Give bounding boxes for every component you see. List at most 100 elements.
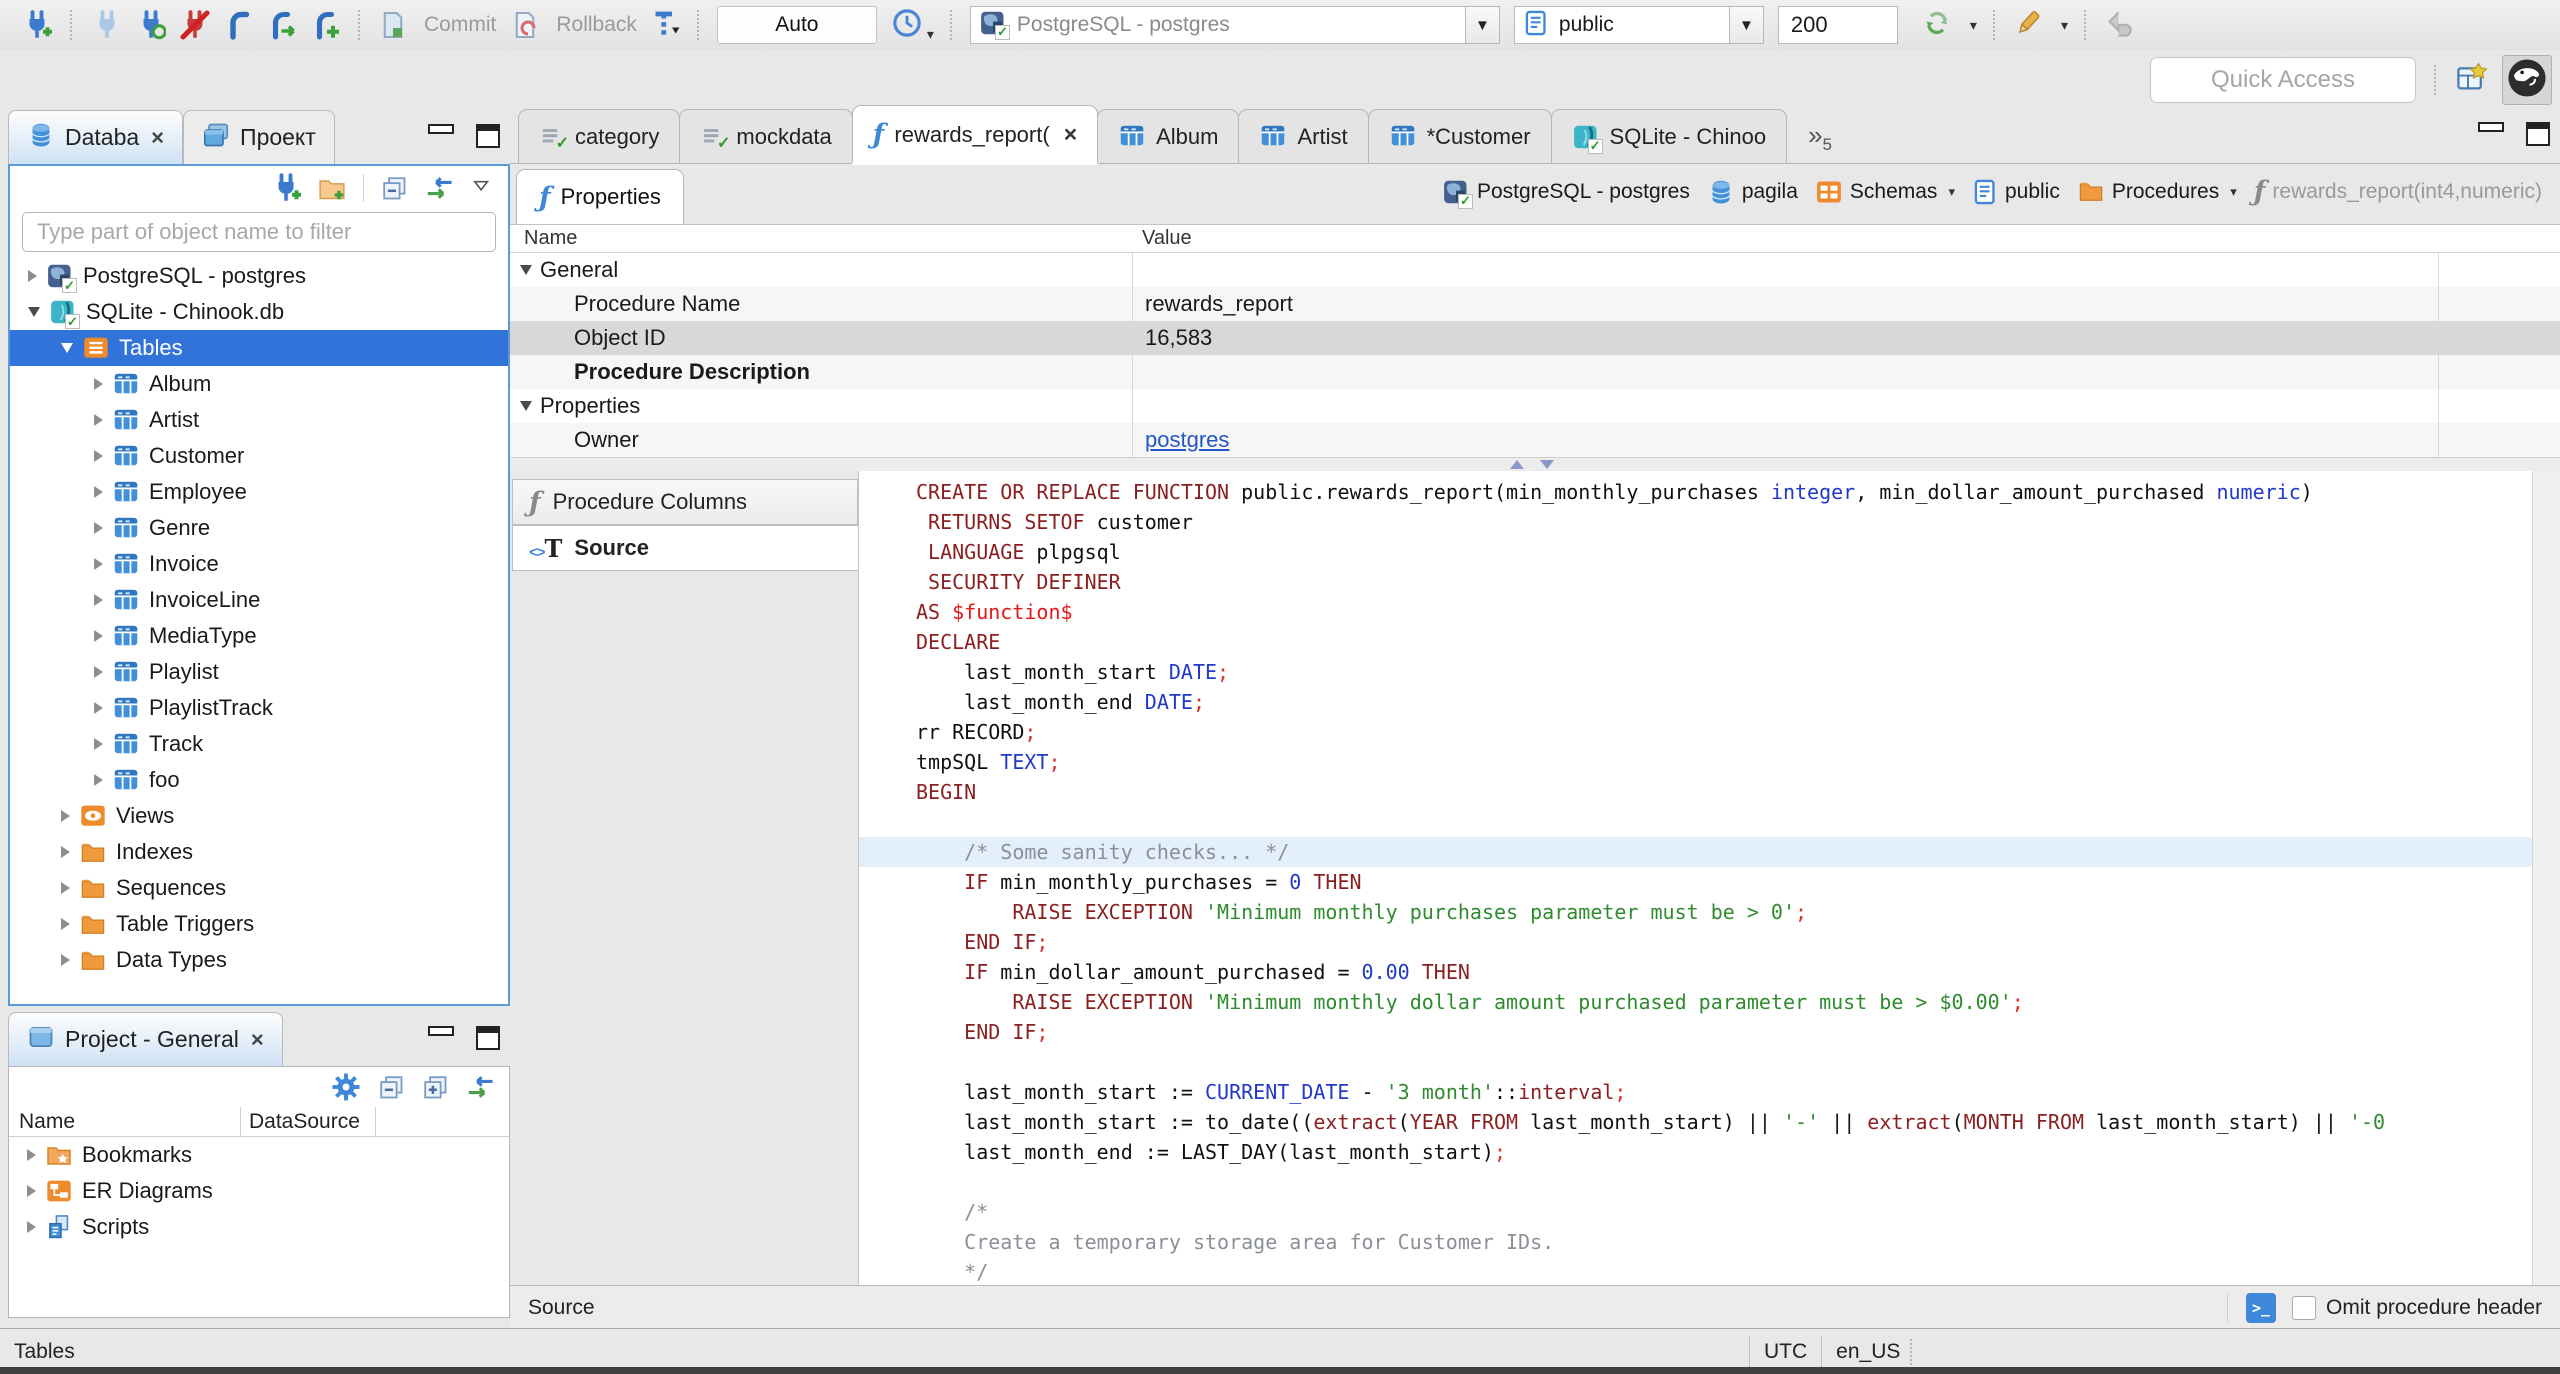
expander-icon[interactable] [94, 378, 103, 390]
expander-icon[interactable] [94, 414, 103, 426]
reconnect-icon[interactable] [136, 10, 166, 40]
editor-tab-category[interactable]: ✓ category [518, 109, 681, 163]
link-with-editor-icon[interactable] [424, 174, 454, 202]
link-with-editor-icon[interactable] [465, 1073, 495, 1101]
tree-item-postgresql-postgres[interactable]: ✓ PostgreSQL - postgres [10, 258, 508, 294]
view-menu-icon[interactable] [470, 179, 494, 197]
tab-procedure-columns[interactable]: ƒ Procedure Columns [512, 479, 858, 525]
connection-combo[interactable]: ✓ PostgreSQL - postgres ▼ [969, 6, 1500, 44]
column-name[interactable]: Name [9, 1107, 241, 1136]
expander-icon[interactable] [61, 954, 70, 966]
maximize-icon[interactable] [2526, 122, 2550, 146]
rollback-button[interactable]: Rollback [556, 13, 637, 37]
expander-icon[interactable] [27, 1221, 36, 1233]
status-locale[interactable]: en_US [1836, 1340, 1900, 1364]
sql-editor-icon[interactable] [224, 10, 254, 40]
tree-item-invoiceline[interactable]: InvoiceLine [10, 582, 508, 618]
expander-icon[interactable] [94, 666, 103, 678]
tree-item-data-types[interactable]: Data Types [10, 942, 508, 978]
connection-combo-dropdown[interactable]: ▼ [1464, 7, 1499, 43]
close-icon[interactable]: × [151, 125, 164, 151]
breadcrumb-item-rewards-report-int4-numeric-[interactable]: ƒ rewards_report(int4,numeric) [2250, 176, 2546, 207]
breadcrumb-item-public[interactable]: public [1968, 176, 2064, 208]
chevron-down-icon[interactable]: ▾ [2230, 184, 2237, 200]
omit-procedure-header-option[interactable]: Omit procedure header [2292, 1295, 2542, 1320]
tree-item-playlisttrack[interactable]: PlaylistTrack [10, 690, 508, 726]
editor-tab--customer[interactable]: *Customer [1367, 109, 1552, 163]
breadcrumb-item-procedures[interactable]: Procedures ▾ [2073, 177, 2241, 206]
expander-icon[interactable] [94, 738, 103, 750]
tree-item-tables[interactable]: Tables [10, 330, 508, 366]
column-datasource[interactable]: DataSource [241, 1107, 376, 1136]
expander-icon[interactable] [61, 846, 70, 858]
owner-link[interactable]: postgres [1145, 427, 1229, 453]
new-sql-script-icon[interactable] [312, 10, 342, 40]
tab-properties[interactable]: ƒ Properties [516, 169, 684, 224]
sash-up-icon[interactable] [1510, 460, 1524, 469]
tree-item-playlist[interactable]: Playlist [10, 654, 508, 690]
expander-icon[interactable] [94, 630, 103, 642]
expander-icon[interactable] [94, 774, 103, 786]
filter-input[interactable] [22, 212, 496, 252]
expander-icon[interactable] [61, 810, 70, 822]
editor-tab-rewards-report-[interactable]: ƒ rewards_report( × [851, 105, 1099, 163]
tab-overflow-chevron[interactable]: »5 [1808, 120, 1832, 163]
auto-refresh-dropdown-icon[interactable]: ▾ [1970, 17, 1977, 34]
terminal-icon[interactable]: >_ [2246, 1292, 2277, 1323]
tree-item-bookmarks[interactable]: Bookmarks [9, 1137, 509, 1173]
editor-tab-album[interactable]: Album [1097, 109, 1240, 163]
property-row-owner[interactable]: Owner postgres [510, 423, 2560, 457]
expander-icon[interactable] [27, 1185, 36, 1197]
expander-icon[interactable] [61, 918, 70, 930]
tree-item-table-triggers[interactable]: Table Triggers [10, 906, 508, 942]
minimize-icon[interactable] [2478, 122, 2504, 132]
maximize-icon[interactable] [476, 124, 500, 148]
expander-icon[interactable] [28, 270, 37, 282]
expander-icon[interactable] [94, 486, 103, 498]
tab-projects[interactable]: Проект [183, 110, 335, 164]
tree-item-er-diagrams[interactable]: ER Diagrams [9, 1173, 509, 1209]
close-icon[interactable]: × [1064, 121, 1077, 148]
minimize-icon[interactable] [428, 124, 454, 134]
pen-dropdown-icon[interactable]: ▾ [2061, 17, 2068, 34]
tree-item-artist[interactable]: Artist [10, 402, 508, 438]
editor-tab-sqlite-chinoo[interactable]: ✓ SQLite - Chinoo [1550, 109, 1788, 163]
tree-item-track[interactable]: Track [10, 726, 508, 762]
expander-icon[interactable] [94, 558, 103, 570]
tab-project-general[interactable]: Project - General × [8, 1012, 283, 1066]
tree-item-invoice[interactable]: Invoice [10, 546, 508, 582]
splitter-sash[interactable] [510, 457, 2560, 471]
chevron-down-icon[interactable]: ▾ [1948, 184, 1955, 200]
schema-combo[interactable]: public ▼ [1513, 6, 1764, 44]
tab-database-navigator[interactable]: Databa × [8, 110, 184, 164]
tree-item-mediatype[interactable]: MediaType [10, 618, 508, 654]
breadcrumb-item-postgresql-postgres[interactable]: ✓ PostgreSQL - postgres [1438, 176, 1694, 209]
auto-refresh-icon[interactable] [1922, 8, 1952, 43]
sash-down-icon[interactable] [1540, 460, 1554, 469]
breadcrumb-item-pagila[interactable]: pagila [1703, 176, 1802, 208]
perspective-icon[interactable] [2456, 61, 2488, 99]
commit-button[interactable]: Commit [424, 13, 496, 37]
expander-icon[interactable] [27, 1149, 36, 1161]
expander-icon[interactable] [94, 450, 103, 462]
quick-access-input[interactable]: Quick Access [2150, 57, 2416, 103]
dbeaver-logo[interactable] [2502, 55, 2552, 105]
breadcrumb-item-schemas[interactable]: Schemas ▾ [1811, 176, 1959, 208]
tree-item-album[interactable]: Album [10, 366, 508, 402]
fetch-size-input[interactable]: 200 [1777, 6, 1898, 44]
expander-icon[interactable] [94, 594, 103, 606]
editor-tab-artist[interactable]: Artist [1238, 109, 1369, 163]
omit-checkbox[interactable] [2292, 1295, 2317, 1320]
expander-icon[interactable] [61, 343, 73, 353]
tree-item-views[interactable]: Views [10, 798, 508, 834]
connect-icon[interactable] [92, 10, 122, 40]
minimize-icon[interactable] [428, 1026, 454, 1036]
expander-icon[interactable] [94, 702, 103, 714]
expander-icon[interactable] [94, 522, 103, 534]
settings-gear-icon[interactable] [331, 1072, 361, 1102]
collapse-all-icon[interactable] [377, 1073, 405, 1101]
tree-item-sequences[interactable]: Sequences [10, 870, 508, 906]
collapse-all-icon[interactable] [380, 174, 408, 202]
status-timezone[interactable]: UTC [1764, 1340, 1807, 1364]
tree-item-sqlite-chinook-db[interactable]: ✓ SQLite - Chinook.db [10, 294, 508, 330]
